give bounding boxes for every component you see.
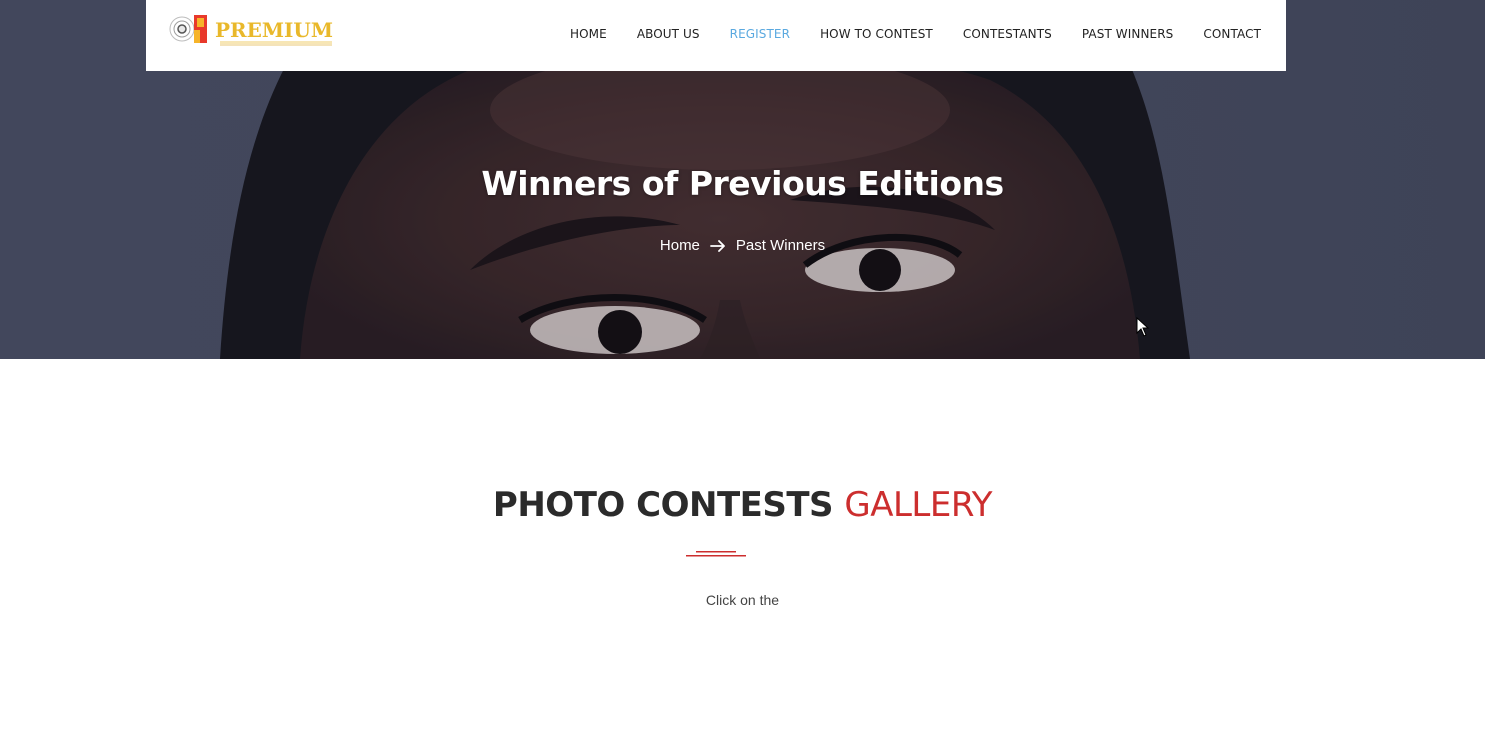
logo-camera-icon [169, 15, 207, 43]
logo-tagline-mark [220, 41, 332, 46]
breadcrumb-current: Past Winners [735, 237, 826, 254]
nav-link-past-winners[interactable]: PAST WINNERS [1082, 27, 1174, 41]
nav-item-past-winners: PAST WINNERS [1082, 23, 1174, 42]
site-logo[interactable]: PREMIUM [168, 10, 338, 50]
gallery-description: Click on the [705, 592, 780, 608]
brand-name: PREMIUM [215, 18, 333, 42]
arrow-right-icon [710, 239, 725, 252]
nav-item-register: REGISTER [730, 23, 790, 42]
main-nav: HOME ABOUT US REGISTER HOW TO CONTEST CO… [570, 23, 1261, 42]
nav-item-contact: CONTACT [1203, 23, 1261, 42]
nav-link-how-to-contest[interactable]: HOW TO CONTEST [820, 27, 933, 41]
nav-link-register[interactable]: REGISTER [730, 27, 790, 41]
site-header: PREMIUM HOME ABOUT US REGISTER HOW TO CO… [146, 0, 1286, 71]
gallery-heading: PHOTO CONTESTS GALLERY [0, 485, 1485, 525]
breadcrumb-home-link[interactable]: Home [660, 237, 700, 254]
nav-link-home[interactable]: HOME [570, 27, 607, 41]
breadcrumb: Home Past Winners [0, 237, 1485, 254]
mouse-cursor-icon [1136, 317, 1150, 337]
gallery-heading-main: PHOTO CONTESTS [492, 485, 834, 525]
nav-item-how-to-contest: HOW TO CONTEST [820, 23, 933, 42]
gallery-heading-accent: GALLERY [844, 485, 993, 525]
nav-item-contestants: CONTESTANTS [963, 23, 1052, 42]
nav-item-home: HOME [570, 23, 607, 42]
heading-divider [686, 551, 746, 557]
page-title: Winners of Previous Editions [481, 164, 1004, 203]
nav-link-contact[interactable]: CONTACT [1203, 27, 1261, 41]
nav-link-contestants[interactable]: CONTESTANTS [963, 27, 1052, 41]
nav-item-about-us: ABOUT US [637, 23, 700, 42]
nav-link-about-us[interactable]: ABOUT US [637, 27, 700, 41]
